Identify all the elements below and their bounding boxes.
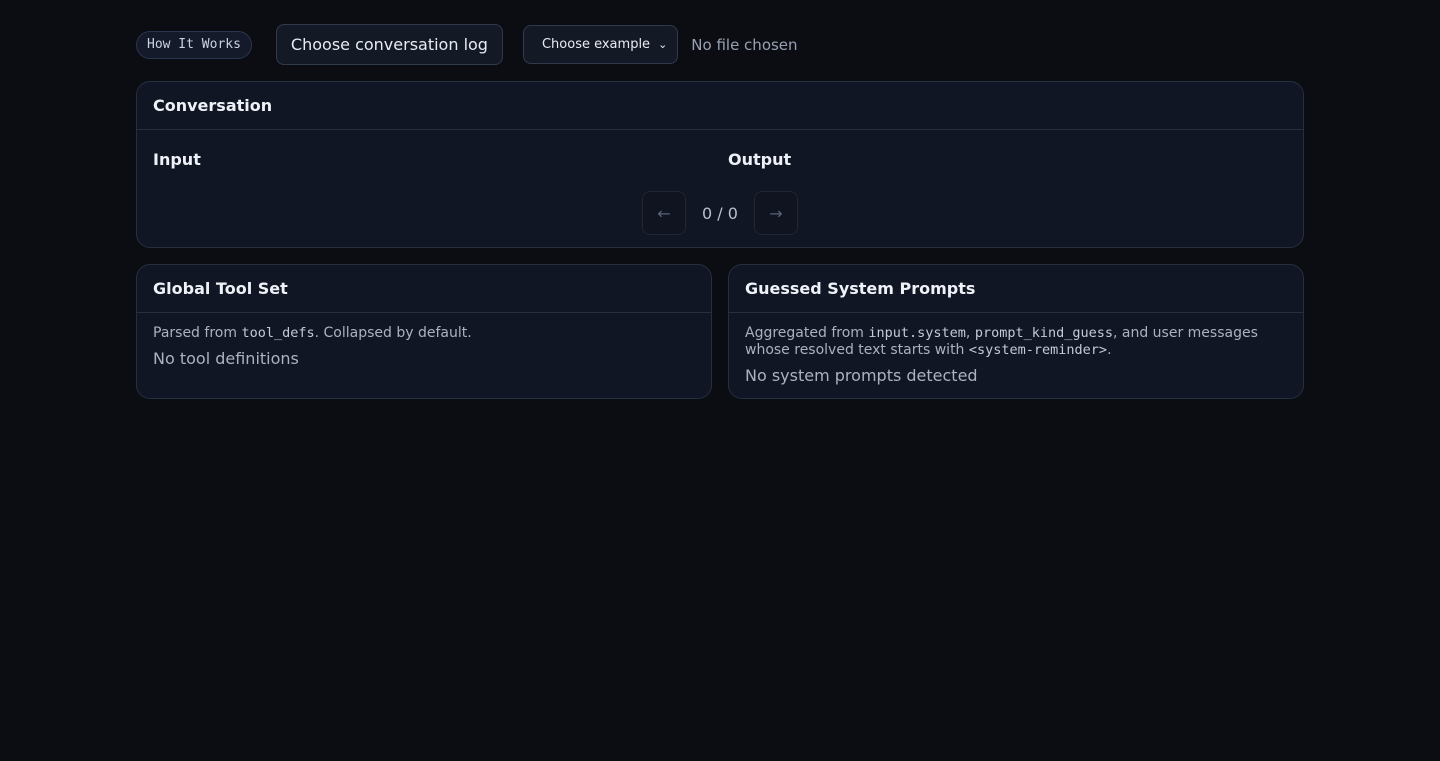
- conversation-panel: Conversation Input Output ← 0 / 0 →: [136, 81, 1304, 248]
- bottom-panels: Global Tool Set Parsed from tool_defs. C…: [136, 264, 1304, 399]
- input-label: Input: [153, 150, 201, 169]
- conversation-body: Input Output ← 0 / 0 →: [137, 130, 1303, 248]
- choose-example-select[interactable]: Choose example ⌄: [522, 25, 679, 64]
- guessed-system-prompts-title: Guessed System Prompts: [729, 265, 1303, 313]
- arrow-left-icon: ←: [657, 203, 671, 223]
- guessed-system-prompts-panel: Guessed System Prompts Aggregated from i…: [728, 264, 1304, 399]
- pager: ← 0 / 0 →: [642, 191, 798, 235]
- output-label: Output: [728, 150, 792, 169]
- arrow-right-icon: →: [769, 203, 783, 223]
- conversation-title: Conversation: [137, 82, 1303, 130]
- tool-set-description: Parsed from tool_defs. Collapsed by defa…: [153, 325, 472, 341]
- system-prompts-empty-text: No system prompts detected: [745, 366, 978, 385]
- toolbar: How It Works Choose conversation log Cho…: [136, 24, 1304, 65]
- prev-button[interactable]: ←: [642, 191, 686, 235]
- tool-set-empty-text: No tool definitions: [153, 349, 299, 368]
- choose-conversation-log-button[interactable]: Choose conversation log: [275, 24, 503, 65]
- how-it-works-button[interactable]: How It Works: [136, 30, 252, 59]
- choose-example-value: Choose example: [541, 37, 651, 52]
- global-tool-set-panel: Global Tool Set Parsed from tool_defs. C…: [136, 264, 712, 399]
- page-counter: 0 / 0: [702, 203, 738, 223]
- system-prompts-description: Aggregated from input.system, prompt_kin…: [745, 325, 1258, 358]
- global-tool-set-title: Global Tool Set: [137, 265, 711, 313]
- app-root: How It Works Choose conversation log Cho…: [136, 24, 1304, 399]
- chevron-down-icon: ⌄: [658, 38, 668, 51]
- next-button[interactable]: →: [754, 191, 798, 235]
- file-status-text: No file chosen: [691, 35, 798, 54]
